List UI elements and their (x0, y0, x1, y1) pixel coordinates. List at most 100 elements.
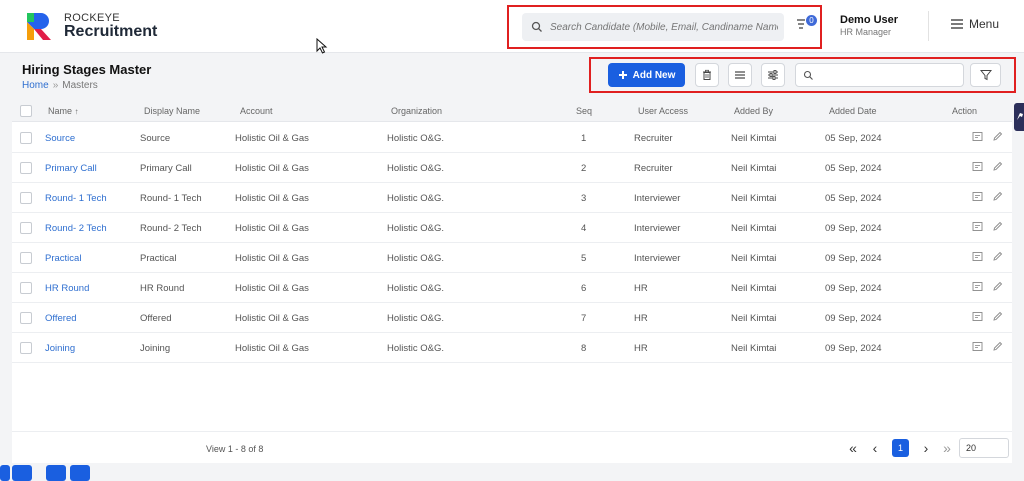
header-divider (928, 11, 929, 41)
added-by-cell: Neil Kimtai (731, 253, 777, 264)
highlight-box-toolbar (589, 57, 1016, 93)
record-count: View 1 - 8 of 8 (206, 444, 264, 454)
stage-name-link[interactable]: Round- 1 Tech (45, 193, 107, 204)
stage-name-link[interactable]: Offered (45, 313, 77, 324)
last-page-icon[interactable]: » (938, 439, 956, 457)
edit-pencil-icon[interactable] (992, 221, 1003, 232)
row-checkbox[interactable] (20, 252, 32, 264)
user-role: HR Manager (840, 27, 892, 37)
seq-cell: 7 (581, 313, 587, 324)
organization-cell: Holistic O&G. (387, 253, 445, 264)
user-access-cell: Interviewer (634, 223, 681, 234)
user-access-cell: HR (634, 283, 648, 294)
account-cell: Holistic Oil & Gas (235, 133, 309, 144)
menu-label: Menu (969, 17, 1000, 31)
first-page-icon[interactable]: « (844, 439, 862, 457)
display-name-cell: Joining (140, 343, 171, 354)
stage-name-link[interactable]: Primary Call (45, 163, 97, 174)
added-date-cell: 09 Sep, 2024 (825, 283, 882, 294)
edit-pencil-icon[interactable] (992, 161, 1003, 172)
view-details-icon[interactable] (972, 341, 983, 352)
brand-name-main: Recruitment (64, 23, 158, 40)
account-cell: Holistic Oil & Gas (235, 223, 309, 234)
edit-pencil-icon[interactable] (992, 341, 1003, 352)
rockeye-logo (27, 13, 51, 40)
chevron-right-icon: » (52, 80, 59, 91)
breadcrumb-home[interactable]: Home (22, 80, 49, 91)
organization-cell: Holistic O&G. (387, 163, 445, 174)
display-name-cell: Practical (140, 253, 177, 264)
edit-pencil-icon[interactable] (992, 311, 1003, 322)
view-details-icon[interactable] (972, 161, 983, 172)
table-row: Practical Practical Holistic Oil & Gas Holi… (12, 243, 1012, 273)
row-checkbox[interactable] (20, 222, 32, 234)
stage-name-link[interactable]: Round- 2 Tech (45, 223, 107, 234)
view-details-icon[interactable] (972, 221, 983, 232)
edit-pencil-icon[interactable] (992, 131, 1003, 142)
added-date-cell: 09 Sep, 2024 (825, 313, 882, 324)
page-size-select[interactable]: 20 (959, 438, 1009, 458)
breadcrumb-masters: Masters (62, 80, 98, 91)
user-access-cell: Interviewer (634, 193, 681, 204)
sort-arrow-icon: ↑ (74, 107, 79, 116)
col-header-added-by[interactable]: Added By (734, 106, 773, 116)
organization-cell: Holistic O&G. (387, 223, 445, 234)
organization-cell: Holistic O&G. (387, 283, 445, 294)
table-row: Joining Joining Holistic Oil & Gas Holistic… (12, 333, 1012, 363)
stage-name-link[interactable]: HR Round (45, 283, 89, 294)
current-page-button[interactable]: 1 (892, 439, 909, 457)
table-row: Offered Offered Holistic Oil & Gas Holistic… (12, 303, 1012, 333)
stage-name-link[interactable]: Practical (45, 253, 81, 264)
select-all-checkbox[interactable] (20, 105, 32, 117)
account-cell: Holistic Oil & Gas (235, 253, 309, 264)
added-by-cell: Neil Kimtai (731, 343, 777, 354)
stage-name-link[interactable]: Source (45, 133, 75, 144)
view-details-icon[interactable] (972, 251, 983, 262)
breadcrumb: Home» Masters (22, 80, 98, 91)
added-by-cell: Neil Kimtai (731, 193, 777, 204)
organization-cell: Holistic O&G. (387, 343, 445, 354)
table-row: Primary Call Primary Call Holistic Oil & G… (12, 153, 1012, 183)
menu-button[interactable]: Menu (950, 17, 999, 31)
seq-cell: 5 (581, 253, 587, 264)
row-checkbox[interactable] (20, 342, 32, 354)
account-cell: Holistic Oil & Gas (235, 313, 309, 324)
edit-pencil-icon[interactable] (992, 251, 1003, 262)
edit-pencil-icon[interactable] (992, 281, 1003, 292)
row-checkbox[interactable] (20, 162, 32, 174)
col-header-seq[interactable]: Seq (576, 106, 592, 116)
added-date-cell: 09 Sep, 2024 (825, 253, 882, 264)
view-details-icon[interactable] (972, 191, 983, 202)
side-panel-tab[interactable] (1014, 103, 1024, 131)
added-date-cell: 05 Sep, 2024 (825, 133, 882, 144)
view-details-icon[interactable] (972, 311, 983, 322)
col-header-added-date[interactable]: Added Date (829, 106, 877, 116)
row-checkbox[interactable] (20, 192, 32, 204)
col-header-name[interactable]: Name ↑ (48, 106, 79, 116)
row-checkbox[interactable] (20, 282, 32, 294)
prev-page-icon[interactable]: ‹ (868, 439, 882, 457)
added-date-cell: 05 Sep, 2024 (825, 163, 882, 174)
col-header-organization[interactable]: Organization (391, 106, 442, 116)
user-access-cell: HR (634, 313, 648, 324)
view-details-icon[interactable] (972, 131, 983, 142)
display-name-cell: Round- 2 Tech (140, 223, 202, 234)
user-name[interactable]: Demo User (840, 14, 898, 26)
table-footer-divider (12, 431, 1012, 432)
row-checkbox[interactable] (20, 132, 32, 144)
seq-cell: 8 (581, 343, 587, 354)
seq-cell: 2 (581, 163, 587, 174)
view-details-icon[interactable] (972, 281, 983, 292)
col-header-account[interactable]: Account (240, 106, 273, 116)
edit-pencil-icon[interactable] (992, 191, 1003, 202)
seq-cell: 1 (581, 133, 587, 144)
table-row: Source Source Holistic Oil & Gas Holistic O… (12, 123, 1012, 153)
stage-name-link[interactable]: Joining (45, 343, 75, 354)
organization-cell: Holistic O&G. (387, 133, 445, 144)
row-checkbox[interactable] (20, 312, 32, 324)
col-header-user-access[interactable]: User Access (638, 106, 688, 116)
page-title: Hiring Stages Master (22, 62, 152, 77)
next-page-icon[interactable]: › (919, 439, 933, 457)
col-header-display-name[interactable]: Display Name (144, 106, 200, 116)
account-cell: Holistic Oil & Gas (235, 283, 309, 294)
